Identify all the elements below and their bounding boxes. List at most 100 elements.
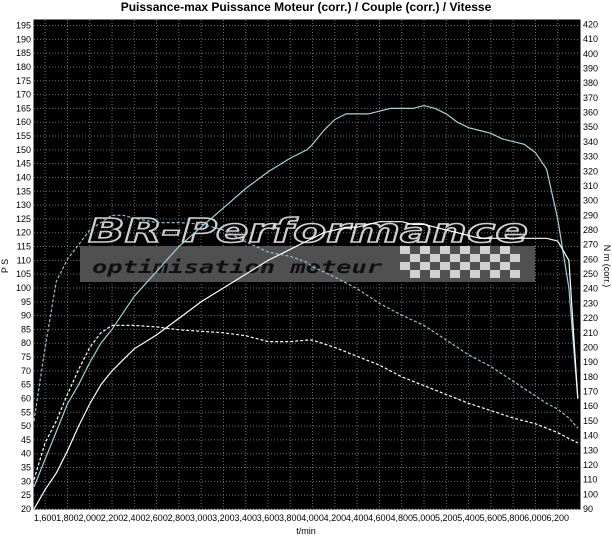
x-tick-label: 2,200 <box>101 513 124 523</box>
y-right-tick-label: 230 <box>583 298 598 308</box>
y-left-tick-label: 105 <box>16 269 31 279</box>
x-tick-label: 3,200 <box>212 513 235 523</box>
x-axis-label: t/min <box>296 526 316 536</box>
y-left-tick-label: 70 <box>21 366 31 376</box>
x-tick-label: 1,800 <box>56 513 79 523</box>
x-tick-label: 2,000 <box>78 513 101 523</box>
y-right-tick-label: 260 <box>583 254 598 264</box>
y-left-tick-label: 150 <box>16 145 31 155</box>
watermark-logo: BR-Performance optimisation moteur <box>80 210 535 282</box>
y-left-tick-label: 95 <box>21 297 31 307</box>
y-left-tick-label: 175 <box>16 76 31 86</box>
y-left-tick-label: 190 <box>16 34 31 44</box>
y-right-tick-label: 110 <box>583 475 597 485</box>
y-right-tick-label: 240 <box>583 284 598 294</box>
y-axis-right-label: N m (corr.) <box>602 245 612 288</box>
y-left-tick-label: 115 <box>17 242 31 252</box>
y-axis-left-ticks: 20 25 30 35 40 45 50 55 60 65 70 75 80 85 90 95 100 105 11… <box>16 21 31 514</box>
y-left-tick-label: 60 <box>21 393 31 403</box>
y-axis-left-label: P S <box>0 259 10 273</box>
dyno-chart: Puissance-max Puissance Moteur (corr.) /… <box>0 0 612 536</box>
y-left-tick-label: 160 <box>16 117 31 127</box>
y-right-tick-label: 330 <box>583 152 598 162</box>
y-left-tick-label: 185 <box>16 48 31 58</box>
y-left-tick-label: 195 <box>16 21 31 31</box>
y-left-tick-label: 50 <box>21 421 31 431</box>
y-right-tick-label: 150 <box>583 416 598 426</box>
y-right-tick-label: 250 <box>583 269 598 279</box>
y-left-tick-label: 20 <box>21 504 31 514</box>
y-left-tick-label: 35 <box>21 463 31 473</box>
x-tick-label: 3,600 <box>257 513 280 523</box>
x-tick-label: 1,600 <box>34 513 57 523</box>
y-left-tick-label: 80 <box>21 338 31 348</box>
x-tick-label: 5,400 <box>457 513 480 523</box>
y-left-tick-label: 130 <box>16 200 31 210</box>
y-left-tick-label: 85 <box>21 324 31 334</box>
y-left-tick-label: 155 <box>16 131 31 141</box>
y-right-tick-label: 270 <box>583 240 598 250</box>
y-right-tick-label: 340 <box>583 137 598 147</box>
x-tick-label: 3,800 <box>279 513 302 523</box>
x-tick-label: 5,600 <box>480 513 503 523</box>
y-right-tick-label: 130 <box>583 445 598 455</box>
y-left-tick-label: 165 <box>16 103 31 113</box>
y-left-tick-label: 135 <box>16 186 31 196</box>
y-right-tick-label: 100 <box>583 489 598 499</box>
y-left-tick-label: 100 <box>16 283 31 293</box>
y-right-tick-label: 190 <box>583 357 598 367</box>
y-right-tick-label: 280 <box>583 225 598 235</box>
x-tick-label: 5,000 <box>413 513 436 523</box>
watermark-brand: BR-Performance <box>88 211 528 250</box>
x-tick-label: 6,000 <box>524 513 547 523</box>
watermark-tagline: optimisation moteur <box>92 257 382 278</box>
y-right-tick-label: 420 <box>583 19 598 29</box>
x-axis-ticks: 1,600 1,800 2,000 2,200 2,400 2,600 2,800 3,000… <box>34 513 569 523</box>
y-right-tick-label: 180 <box>583 372 598 382</box>
y-right-tick-label: 140 <box>583 431 598 441</box>
y-left-tick-label: 90 <box>21 311 31 321</box>
x-tick-label: 6,200 <box>546 513 569 523</box>
x-tick-label: 4,800 <box>390 513 413 523</box>
y-right-tick-label: 310 <box>583 181 598 191</box>
x-tick-label: 5,200 <box>435 513 458 523</box>
y-right-tick-label: 220 <box>583 313 598 323</box>
y-left-tick-label: 110 <box>17 255 31 265</box>
y-right-tick-label: 170 <box>583 387 598 397</box>
y-axis-right-ticks: 90 100 110 120 130 140 150 160 170 180 190 200 210 22… <box>583 19 598 514</box>
y-right-tick-label: 350 <box>583 122 598 132</box>
y-right-tick-label: 390 <box>583 63 598 73</box>
y-left-tick-label: 140 <box>16 172 31 182</box>
y-left-tick-label: 25 <box>21 490 31 500</box>
y-right-tick-label: 160 <box>583 401 598 411</box>
y-left-tick-label: 170 <box>16 90 31 100</box>
y-right-tick-label: 380 <box>583 78 598 88</box>
x-tick-label: 2,800 <box>168 513 191 523</box>
x-tick-label: 2,400 <box>123 513 146 523</box>
y-right-tick-label: 410 <box>583 34 598 44</box>
x-tick-label: 3,000 <box>190 513 213 523</box>
y-left-tick-label: 45 <box>21 435 31 445</box>
y-right-tick-label: 320 <box>583 166 598 176</box>
y-right-tick-label: 290 <box>583 210 598 220</box>
y-right-tick-label: 200 <box>583 342 598 352</box>
x-tick-label: 3,400 <box>234 513 257 523</box>
y-left-tick-label: 145 <box>16 159 31 169</box>
x-tick-label: 4,000 <box>301 513 324 523</box>
y-left-tick-label: 75 <box>21 352 31 362</box>
y-left-tick-label: 55 <box>21 407 31 417</box>
y-left-tick-label: 30 <box>21 476 31 486</box>
chart-title: Puissance-max Puissance Moteur (corr.) /… <box>121 0 492 14</box>
y-right-tick-label: 300 <box>583 196 598 206</box>
y-right-tick-label: 370 <box>583 93 598 103</box>
y-left-tick-label: 65 <box>21 380 31 390</box>
x-tick-label: 4,600 <box>368 513 391 523</box>
y-left-tick-label: 40 <box>21 449 31 459</box>
y-left-tick-label: 180 <box>16 62 31 72</box>
x-tick-label: 4,400 <box>346 513 369 523</box>
y-right-tick-label: 360 <box>583 108 598 118</box>
y-right-tick-label: 400 <box>583 49 598 59</box>
x-tick-label: 2,600 <box>145 513 168 523</box>
y-right-tick-label: 90 <box>583 504 593 514</box>
x-tick-label: 5,800 <box>502 513 525 523</box>
